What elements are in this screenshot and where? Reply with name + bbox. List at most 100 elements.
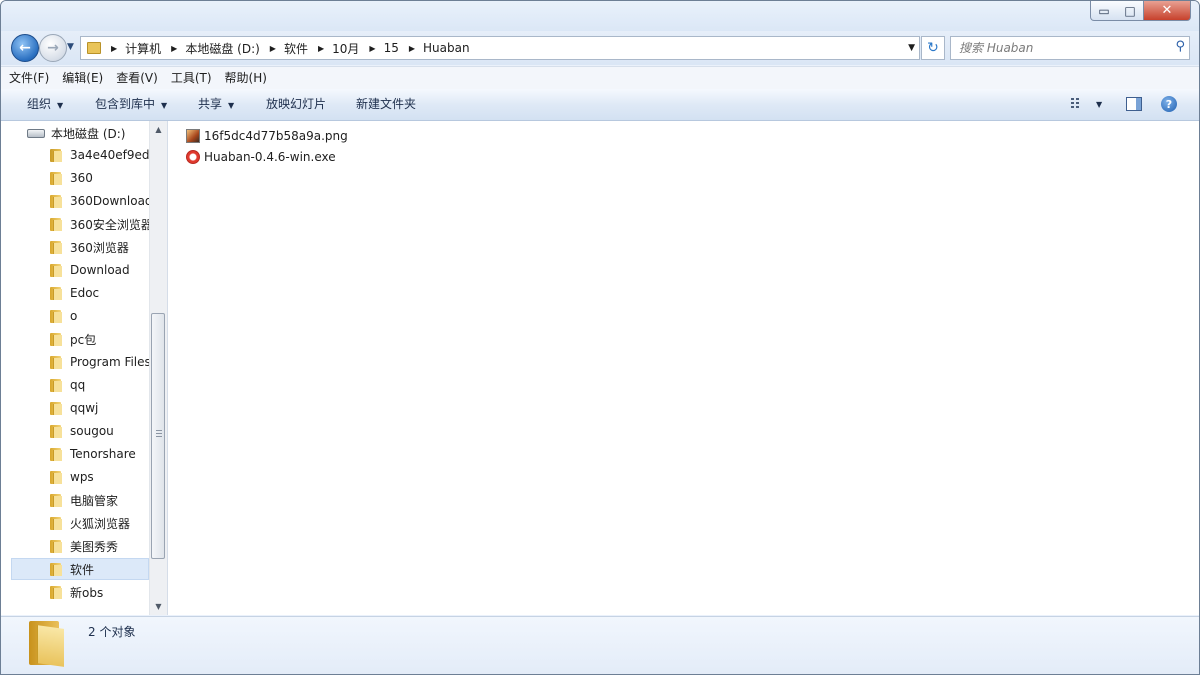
view-dropdown-icon[interactable]: ▼	[1096, 89, 1102, 120]
sidebar-item[interactable]: Edoc	[49, 282, 149, 304]
tree-drive-d[interactable]: 本地磁盘 (D:)	[11, 122, 149, 144]
exe-app-icon	[186, 150, 200, 164]
file-item[interactable]: 16f5dc4d77b58a9a.png	[186, 126, 348, 146]
view-options-icon[interactable]	[1071, 98, 1085, 110]
sidebar-item-label: 电脑管家	[70, 493, 119, 508]
breadcrumb-drive-d[interactable]: ▶ 本地磁盘 (D:)	[161, 37, 260, 59]
folder-icon	[49, 309, 62, 324]
breadcrumb-computer[interactable]: ▶ 计算机	[101, 37, 161, 59]
scroll-grip-icon	[156, 430, 162, 439]
sidebar-item-label: 软件	[70, 562, 95, 577]
folder-icon	[49, 401, 62, 416]
menu-file[interactable]: 文件(F)	[1, 67, 54, 89]
sidebar-item[interactable]: 电脑管家	[49, 489, 149, 511]
back-button[interactable]: ←	[11, 34, 39, 62]
share-button[interactable]: 共享 ▼	[198, 89, 234, 120]
sidebar-item[interactable]: 360浏览器	[49, 236, 149, 258]
chevron-right-icon[interactable]: ▶	[369, 44, 375, 53]
refresh-button[interactable]: ↻	[921, 36, 945, 60]
scroll-up-icon[interactable]: ▲	[150, 121, 167, 138]
menu-view[interactable]: 查看(V)	[108, 67, 163, 89]
sidebar-item[interactable]: Program Files	[49, 351, 149, 373]
folder-icon	[49, 286, 62, 301]
search-box[interactable]: ⚲	[950, 36, 1190, 60]
item-count: 2 个对象	[88, 625, 136, 639]
folder-icon	[49, 355, 62, 370]
breadcrumb-october[interactable]: ▶ 10月	[308, 37, 359, 59]
dropdown-arrow-icon: ▼	[57, 101, 64, 110]
history-dropdown-icon[interactable]: ▼	[67, 42, 74, 52]
sidebar-item[interactable]: qq	[49, 374, 149, 396]
menu-help[interactable]: 帮助(H)	[217, 67, 272, 89]
sidebar-item[interactable]: pc包	[49, 328, 149, 350]
sidebar-item[interactable]: wps	[49, 466, 149, 488]
help-icon[interactable]: ?	[1161, 96, 1177, 112]
folder-icon	[49, 539, 62, 554]
folder-icon	[49, 516, 62, 531]
details-pane: 2 个对象	[1, 616, 1199, 674]
breadcrumb-software[interactable]: ▶ 软件	[260, 37, 308, 59]
folder-icon	[49, 378, 62, 393]
sidebar-item[interactable]: 360	[49, 167, 149, 189]
dropdown-arrow-icon: ▼	[161, 101, 168, 110]
search-input[interactable]	[957, 39, 1161, 57]
sidebar-item[interactable]: Tenorshare	[49, 443, 149, 465]
file-item[interactable]: Huaban-0.4.6-win.exe	[186, 147, 336, 167]
chevron-right-icon[interactable]: ▶	[409, 44, 415, 53]
include-in-library-button[interactable]: 包含到库中 ▼	[95, 89, 167, 120]
folder-icon	[49, 263, 62, 278]
sidebar-item[interactable]: 360安全浏览器	[49, 213, 149, 235]
tree-scrollbar[interactable]: ▲ ▼	[149, 121, 167, 615]
chevron-right-icon[interactable]: ▶	[111, 44, 117, 53]
folder-icon	[49, 217, 62, 232]
chevron-right-icon[interactable]: ▶	[270, 44, 276, 53]
menu-tools[interactable]: 工具(T)	[163, 67, 217, 89]
preview-pane-icon[interactable]	[1126, 97, 1142, 111]
scrollbar-thumb[interactable]	[151, 313, 165, 559]
folder-icon	[49, 171, 62, 186]
address-dropdown-icon[interactable]: ▼	[908, 43, 915, 53]
file-list: 16f5dc4d77b58a9a.png Huaban-0.4.6-win.ex…	[168, 121, 1199, 615]
breadcrumb-huaban[interactable]: ▶ Huaban	[399, 37, 470, 59]
refresh-icon: ↻	[927, 40, 939, 56]
address-bar[interactable]: ▶ 计算机 ▶ 本地磁盘 (D:) ▶ 软件 ▶ 10月 ▶ 15 ▶ Huaban ▼	[80, 36, 920, 60]
sidebar-item[interactable]: 新obs	[49, 581, 149, 603]
minimize-button[interactable]: ▭	[1090, 1, 1118, 21]
folder-icon	[87, 42, 101, 54]
folder-icon	[49, 194, 62, 209]
search-icon[interactable]: ⚲	[1175, 39, 1185, 54]
folder-icon	[49, 240, 62, 255]
menu-edit[interactable]: 编辑(E)	[54, 67, 108, 89]
breadcrumb-15[interactable]: ▶ 15	[359, 37, 398, 59]
folder-icon	[49, 470, 62, 485]
maximize-button[interactable]: □	[1117, 1, 1144, 21]
chevron-right-icon[interactable]: ▶	[318, 44, 324, 53]
new-folder-button[interactable]: 新建文件夹	[356, 89, 416, 120]
close-button[interactable]: ✕	[1144, 1, 1191, 21]
sidebar-item[interactable]: 360Download	[49, 190, 149, 212]
folder-icon	[49, 562, 62, 577]
folder-icon	[49, 424, 62, 439]
sidebar-item[interactable]: 火狐浏览器	[49, 512, 149, 534]
sidebar-item[interactable]: sougou	[49, 420, 149, 442]
sidebar-item-label: qqwj	[70, 401, 99, 415]
forward-button[interactable]: →	[39, 34, 67, 62]
chevron-right-icon[interactable]: ▶	[171, 44, 177, 53]
explorer-window: ▭ □ ✕ ← → ▼ ▶ 计算机 ▶ 本地磁盘 (D:) ▶ 软件 ▶ 10月 ▶ 15…	[0, 0, 1200, 675]
navigation-pane: 本地磁盘 (D:) 3a4e40ef9ed7 360 360Download 360安…	[1, 121, 168, 615]
sidebar-item[interactable]: 3a4e40ef9ed7	[49, 144, 149, 166]
sidebar-item-label: wps	[70, 470, 94, 484]
sidebar-item[interactable]: 软件	[11, 558, 149, 580]
scroll-down-icon[interactable]: ▼	[150, 598, 167, 615]
sidebar-item[interactable]: o	[49, 305, 149, 327]
organize-button[interactable]: 组织 ▼	[27, 89, 63, 120]
folder-icon	[49, 447, 62, 462]
sidebar-item[interactable]: 美图秀秀	[49, 535, 149, 557]
slideshow-button[interactable]: 放映幻灯片	[266, 89, 326, 120]
png-image-icon	[186, 129, 200, 143]
sidebar-item[interactable]: qqwj	[49, 397, 149, 419]
sidebar-item[interactable]: Download	[49, 259, 149, 281]
sidebar-item-label: Download	[70, 263, 130, 277]
sidebar-item-label: 火狐浏览器	[70, 516, 131, 531]
sidebar-item-label: 3a4e40ef9ed7	[70, 148, 149, 162]
